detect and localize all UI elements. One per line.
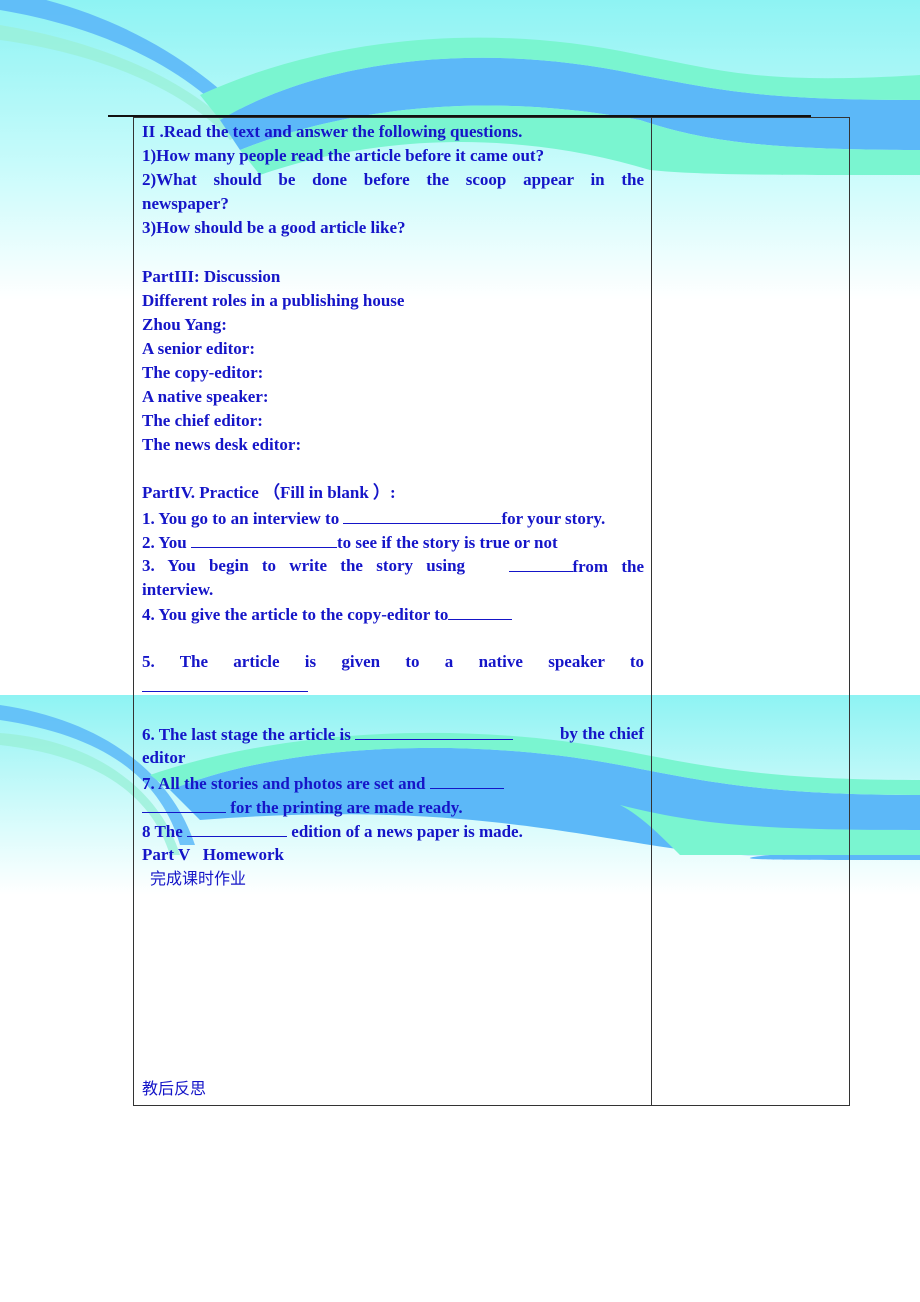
lesson-content-cell: II .Read the text and answer the followi… (142, 120, 644, 1101)
practice-item-8: 8 The edition of a news paper is made. (142, 819, 644, 843)
fill-blank[interactable] (142, 674, 308, 693)
practice-item-5-blank (142, 674, 644, 698)
section2-heading: II .Read the text and answer the followi… (142, 122, 523, 141)
question-2-cont: newspaper? (142, 194, 229, 214)
section3-subtitle: Different roles in a publishing house (142, 290, 405, 310)
lesson-table: II .Read the text and answer the followi… (133, 117, 850, 1106)
question-1: 1)How many people read the article befor… (142, 146, 545, 166)
practice-item-3: 3. You begin to write the story using fr… (142, 554, 644, 576)
practice-item-2: 2. You to see if the story is true or no… (142, 530, 644, 554)
fill-blank[interactable] (190, 530, 337, 548)
practice-item-6-cont: editor (142, 748, 186, 768)
question-3: 3)How should be a good article like? (142, 218, 406, 238)
role-item: A senior editor: (142, 338, 256, 358)
section5-heading: Part V Homework (142, 844, 284, 864)
fill-blank[interactable] (343, 506, 502, 524)
section4-heading: PartIV. Practice （Fill in blank ）: (142, 483, 396, 503)
role-item: The news desk editor: (142, 435, 302, 455)
practice-item-3-cont: interview. (142, 579, 214, 599)
practice-item-6: 6. The last stage the article is by the … (142, 722, 644, 745)
fill-blank[interactable] (142, 795, 226, 813)
fill-blank[interactable] (429, 771, 504, 789)
section3-heading: PartIII: Discussion (142, 266, 281, 286)
fill-blank[interactable] (187, 819, 288, 837)
practice-item-5: 5. The article is given to a native spea… (142, 652, 644, 672)
fill-blank[interactable] (448, 602, 513, 620)
practice-item-7: 7. All the stories and photos are set an… (142, 771, 644, 795)
practice-item-7-cont: for the printing are made ready. (142, 795, 644, 819)
column-divider (651, 118, 652, 1105)
practice-item-1: 1. You go to an interview to for your st… (142, 506, 644, 530)
role-item: A native speaker: (142, 387, 269, 407)
question-2: 2)What should be done before the scoop a… (142, 170, 644, 190)
role-item: Zhou Yang: (142, 314, 227, 334)
reflection-label: 教后反思 (142, 1079, 207, 1098)
fill-blank[interactable] (355, 722, 514, 741)
role-item: The chief editor: (142, 411, 263, 431)
practice-item-4: 4. You give the article to the copy-edit… (142, 602, 644, 626)
fill-blank[interactable] (508, 554, 573, 572)
role-item: The copy-editor: (142, 362, 264, 382)
homework-task: 完成课时作业 (150, 868, 247, 888)
